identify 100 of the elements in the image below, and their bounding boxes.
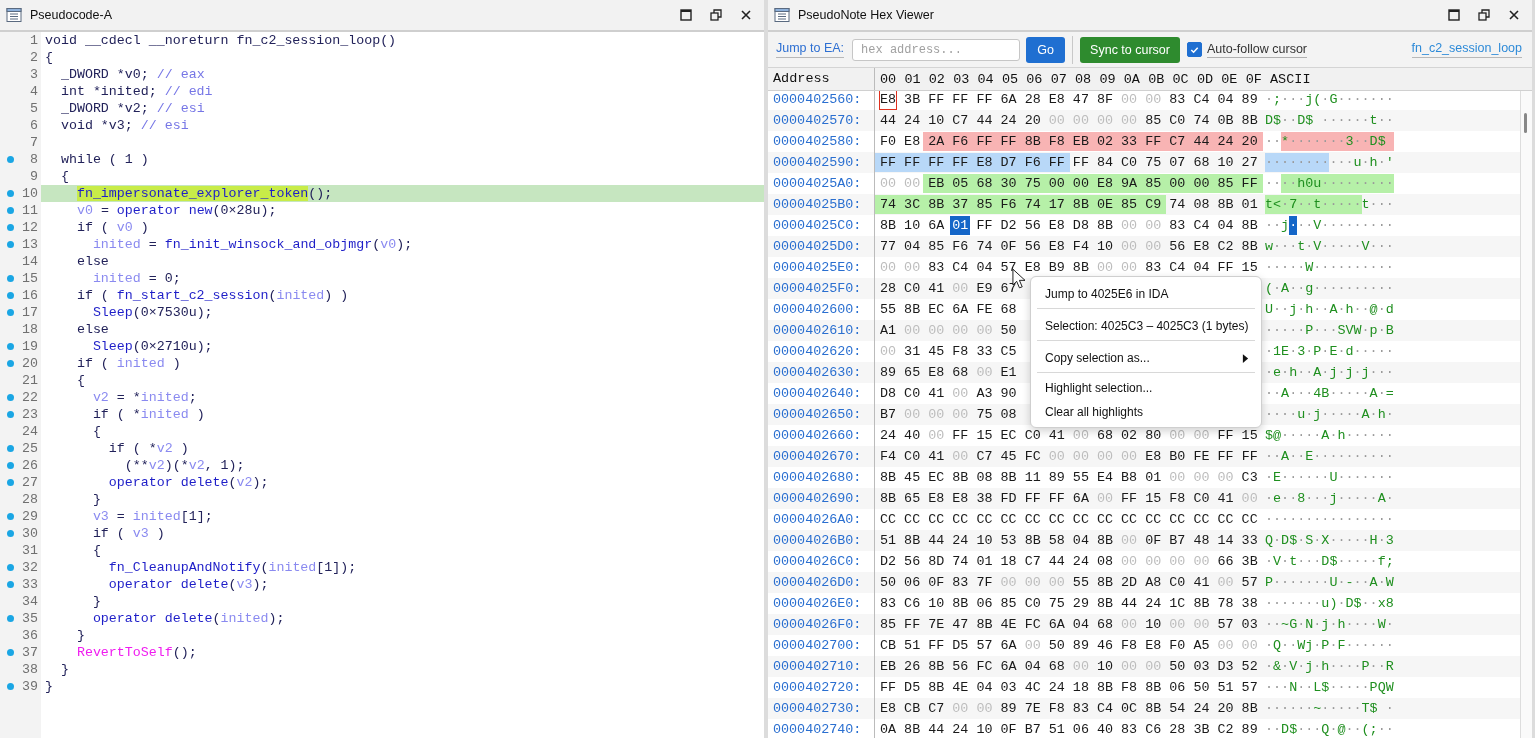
hex-bytes[interactable]: A3 90 <box>976 384 1017 403</box>
row-address[interactable]: 0000402700: <box>773 638 862 653</box>
selected-byte[interactable]: 01 <box>950 216 971 235</box>
hex-bytes[interactable]: B7 <box>880 405 897 424</box>
highlighted-bytes[interactable]: EB 05 68 30 75 00 00 E8 9A 85 00 00 85 FF <box>923 174 1263 193</box>
row-address[interactable]: 0000402650: <box>773 407 862 422</box>
hex-bytes[interactable]: 83 C4 04 89 <box>1169 91 1258 109</box>
highlighted-bytes[interactable]: FF FF FF FF E8 D7 F6 FF <box>875 153 1070 172</box>
hex-bytes[interactable]: 57 <box>1241 573 1258 592</box>
row-address[interactable]: 0000402690: <box>773 491 862 506</box>
row-address[interactable]: 0000402620: <box>773 344 862 359</box>
restore-icon[interactable] <box>1478 9 1490 21</box>
menu-item[interactable]: Jump to 4025E6 in IDA <box>1037 280 1255 309</box>
hex-bytes[interactable]: FF 15 EC C0 41 <box>952 426 1065 445</box>
row-address[interactable]: 0000402590: <box>773 155 862 170</box>
hex-bytes[interactable]: E1 <box>1000 363 1017 382</box>
row-address[interactable]: 0000402570: <box>773 113 862 128</box>
hex-bytes[interactable]: 68 02 80 <box>1096 426 1162 445</box>
maximize-icon[interactable] <box>680 9 692 21</box>
hex-bytes[interactable]: 55 8B EC 6A FE 68 <box>880 300 1017 319</box>
row-address[interactable]: 00004026E0: <box>773 596 862 611</box>
row-address[interactable]: 0000402670: <box>773 449 862 464</box>
hex-bytes[interactable]: FF 15 <box>1217 426 1258 445</box>
hex-bytes[interactable]: 50 03 D3 52 <box>1169 657 1258 676</box>
hex-bytes[interactable]: 56 E8 C2 8B <box>1169 237 1258 256</box>
sync-button[interactable]: Sync to cursor <box>1080 36 1180 63</box>
hex-bytes[interactable]: E8 B0 FE FF FF <box>1145 447 1258 466</box>
menu-item[interactable]: Selection: 4025C3 – 4025C3 (1 bytes) <box>1037 312 1255 341</box>
row-address[interactable]: 0000402720: <box>773 680 862 695</box>
row-address[interactable]: 0000402740: <box>773 722 862 737</box>
hex-bytes[interactable]: 85 C0 74 0B 8B <box>1145 111 1258 130</box>
hex-bytes[interactable]: 83 C4 04 57 E8 B9 8B <box>928 258 1089 277</box>
row-address[interactable]: 00004025F0: <box>773 281 862 296</box>
row-address[interactable]: 00004026C0: <box>773 554 862 569</box>
row-address[interactable]: 0000402580: <box>773 134 862 149</box>
scrollbar-thumb[interactable] <box>1524 113 1527 133</box>
address-field[interactable]: hex address... <box>852 38 1021 61</box>
checkbox[interactable] <box>1187 42 1202 57</box>
checkbox-label[interactable]: Auto-follow cursor <box>1207 41 1308 58</box>
menu-item[interactable]: Clear all highlights <box>1031 400 1261 424</box>
menu-item[interactable]: Highlight selection... <box>1031 376 1261 400</box>
hex-bytes[interactable]: EB 26 8B 56 FC 6A 04 68 <box>880 657 1065 676</box>
hex-bytes[interactable]: 85 FF 7E 47 8B 4E FC 6A 04 68 <box>880 615 1114 634</box>
hex-bytes[interactable]: 31 45 F8 33 C5 <box>904 342 1017 361</box>
hex-bytes[interactable]: D8 C0 41 <box>880 384 945 403</box>
hex-bytes[interactable]: FF 15 F8 C0 41 <box>1121 489 1234 508</box>
row-address[interactable]: 00004026B0: <box>773 533 862 548</box>
row-address[interactable]: 0000402560: <box>773 92 862 107</box>
highlighted-bytes[interactable]: 2A F6 FF FF 8B F8 EB 02 33 FF C7 44 24 20 <box>923 132 1263 151</box>
close-icon[interactable] <box>1508 9 1520 21</box>
hex-bytes[interactable]: 44 24 10 C7 44 24 20 <box>880 111 1041 130</box>
hex-bytes[interactable]: 83 C4 04 FF 15 <box>1145 258 1258 277</box>
row-address[interactable]: 00004026F0: <box>773 617 862 632</box>
row-address[interactable]: 0000402630: <box>773 365 862 380</box>
hex-bytes[interactable]: 50 06 0F 83 7F <box>880 573 993 592</box>
hex-bytes[interactable]: 8B 10 6A <box>880 216 945 235</box>
row-address[interactable]: 00004025B0: <box>773 197 862 212</box>
hex-bytes[interactable]: 0A 8B 44 24 10 0F B7 51 06 40 83 C6 28 3B C2 89 <box>880 720 1258 738</box>
row-address[interactable]: 0000402730: <box>773 701 862 716</box>
hex-bytes[interactable]: D2 56 8D 74 01 18 C7 44 24 08 <box>880 552 1114 571</box>
hex-bytes[interactable]: 50 <box>1000 321 1017 340</box>
cursor-byte[interactable]: E8 <box>880 91 897 109</box>
hex-bytes[interactable]: 51 8B 44 24 10 53 8B 58 04 8B <box>880 531 1114 550</box>
highlighted-bytes[interactable]: 74 3C 8B 37 85 F6 74 17 8B 0E 85 C9 <box>875 195 1167 214</box>
hex-bytes[interactable]: 57 03 <box>1217 615 1258 634</box>
hex-bytes[interactable]: 0F B7 48 14 33 <box>1145 531 1258 550</box>
row-address[interactable]: 00004025E0: <box>773 260 862 275</box>
hex-bytes[interactable]: CC CC CC CC CC CC CC CC CC CC CC CC CC CC CC CC <box>880 510 1258 529</box>
row-address[interactable]: 0000402710: <box>773 659 862 674</box>
hex-bytes[interactable]: 89 7E F8 83 C4 0C 8B 54 24 20 8B <box>1000 699 1258 718</box>
row-address[interactable]: 00004025A0: <box>773 176 862 191</box>
row-address[interactable]: 0000402640: <box>773 386 862 401</box>
row-address[interactable]: 0000402680: <box>773 470 862 485</box>
hex-bytes[interactable]: 77 04 85 F6 74 0F 56 E8 F4 10 <box>880 237 1114 256</box>
row-address[interactable]: 00004026D0: <box>773 575 862 590</box>
go-button[interactable]: Go <box>1026 36 1066 63</box>
hex-bytes[interactable]: 50 89 46 F8 E8 F0 A5 <box>1048 636 1210 655</box>
hex-bytes[interactable]: 24 40 <box>880 426 921 445</box>
hex-bytes[interactable]: A1 <box>880 321 897 340</box>
close-icon[interactable] <box>740 9 752 21</box>
restore-icon[interactable] <box>710 9 722 21</box>
hex-bytes[interactable]: FF D5 8B 4E 04 03 4C 24 18 8B F8 8B 06 50 51 57 <box>880 678 1258 697</box>
hex-bytes[interactable]: C7 45 FC <box>976 447 1041 466</box>
row-address[interactable]: 00004026A0: <box>773 512 862 527</box>
hex-bytes[interactable]: 75 08 <box>976 405 1017 424</box>
row-address[interactable]: 00004025D0: <box>773 239 862 254</box>
hex-bytes[interactable]: 8B 65 E8 E8 38 FD FF FF 6A <box>880 489 1089 508</box>
hex-bytes[interactable]: 55 8B 2D A8 C0 41 <box>1072 573 1210 592</box>
hex-bytes[interactable]: 10 <box>1145 615 1162 634</box>
hex-bytes[interactable]: F4 C0 41 <box>880 447 945 466</box>
hex-bytes[interactable]: 83 C4 04 8B <box>1169 216 1258 235</box>
row-address[interactable]: 0000402600: <box>773 302 862 317</box>
hex-bytes[interactable]: 10 <box>1096 657 1114 676</box>
hex-bytes[interactable]: F0 E8 <box>880 132 921 151</box>
row-address[interactable]: 0000402610: <box>773 323 862 338</box>
hex-bytes[interactable]: 74 08 8B 01 <box>1169 195 1258 214</box>
hex-bytes[interactable]: FF 84 C0 75 07 68 10 27 <box>1072 153 1258 172</box>
hex-bytes[interactable]: 89 65 E8 68 <box>880 363 969 382</box>
hex-bytes[interactable]: 28 C0 41 <box>880 279 945 298</box>
hex-bytes[interactable]: 8B 45 EC 8B 08 8B 11 89 55 E4 B8 01 <box>880 468 1162 487</box>
